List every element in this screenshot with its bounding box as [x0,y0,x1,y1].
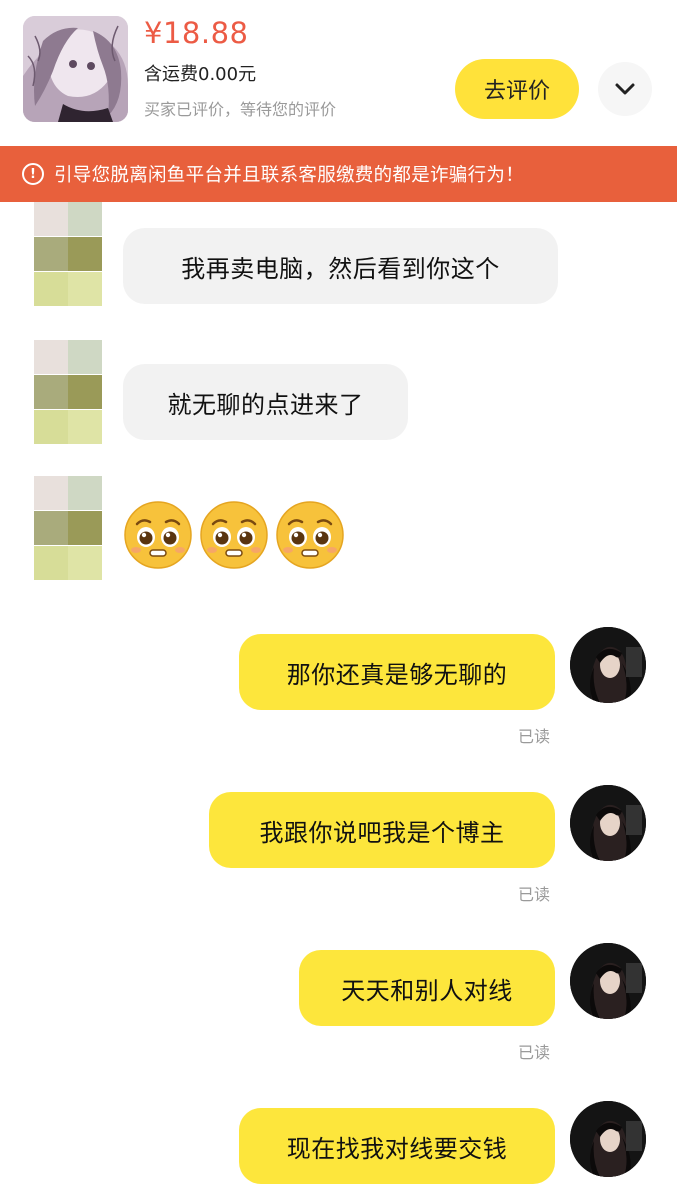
expand-button[interactable] [598,62,652,116]
pleading-face-emoji [124,501,192,569]
warning-text: 引导您脱离闲鱼平台并且联系客服缴费的都是诈骗行为！ [54,165,525,186]
chevron-down-icon [615,83,635,95]
message-bubble[interactable]: 我跟你说吧我是个博主 [209,792,555,868]
price-label: ¥18.88 [144,16,249,50]
my-avatar[interactable] [570,627,646,703]
read-status: 已读 [518,885,551,904]
read-status: 已读 [518,1043,551,1062]
chat-screen: ¥18.88 含运费0.00元 买家已评价，等待您的评价 去评价 ! 引导您脱离… [0,0,677,1200]
pleading-face-emoji [200,501,268,569]
message-bubble[interactable]: 现在找我对线要交钱 [239,1108,555,1184]
pleading-face-emoji [276,501,344,569]
fraud-warning-banner: ! 引导您脱离闲鱼平台并且联系客服缴费的都是诈骗行为！ [0,146,677,202]
my-avatar[interactable] [570,943,646,1019]
message-bubble[interactable]: 我再卖电脑，然后看到你这个 [123,228,558,304]
message-bubble[interactable]: 就无聊的点进来了 [123,364,408,440]
other-user-avatar[interactable] [34,476,102,580]
product-thumbnail[interactable] [23,16,128,122]
review-status-text: 买家已评价，等待您的评价 [144,100,337,119]
my-avatar[interactable] [570,785,646,861]
exclamation-circle-icon: ! [22,163,44,185]
message-bubble[interactable]: 那你还真是够无聊的 [239,634,555,710]
other-user-avatar[interactable] [34,340,102,444]
read-status: 已读 [518,727,551,746]
message-list[interactable]: 我再卖电脑，然后看到你这个 就无聊的点进来了 那你还真是够无聊的 已读 我跟你说… [0,202,677,1200]
order-header: ¥18.88 含运费0.00元 买家已评价，等待您的评价 去评价 [0,0,677,146]
other-user-avatar[interactable] [34,202,102,306]
my-avatar[interactable] [570,1101,646,1177]
review-button[interactable]: 去评价 [455,59,579,119]
shipping-fee-label: 含运费0.00元 [144,64,257,85]
message-bubble[interactable]: 天天和别人对线 [299,950,555,1026]
emoji-message[interactable] [123,500,347,572]
